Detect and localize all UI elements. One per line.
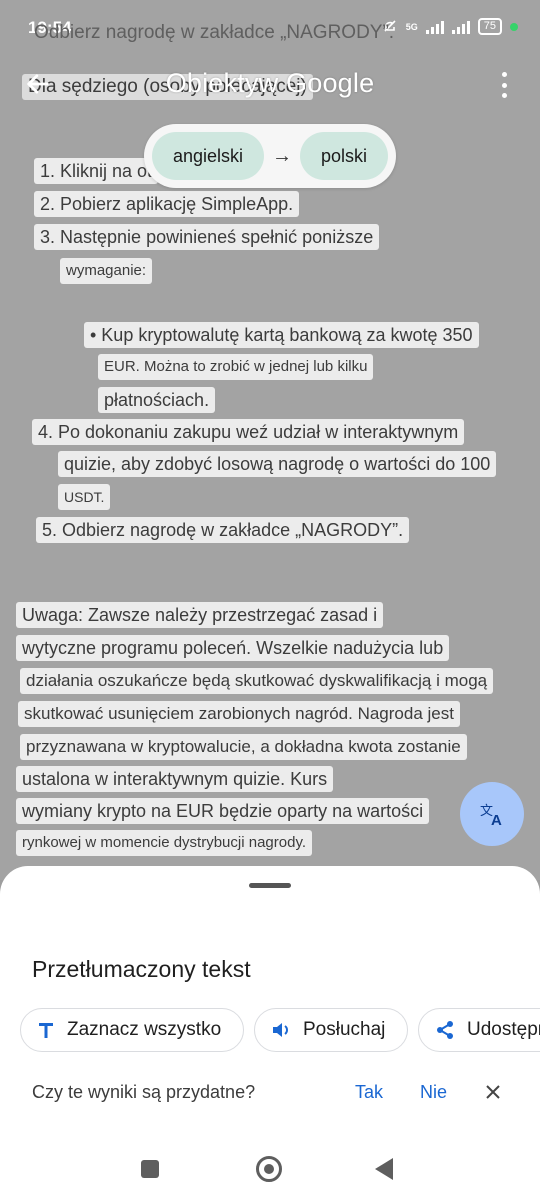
source-language-chip[interactable]: angielski bbox=[152, 132, 264, 180]
signal-icon bbox=[425, 20, 444, 34]
language-selector: angielski → polski bbox=[144, 124, 396, 188]
overlay-step-4c: USDT. bbox=[58, 484, 111, 510]
battery-icon: 75 bbox=[477, 18, 502, 35]
wifi-signal-icon bbox=[451, 20, 470, 34]
overlay-step-1: 1. Kliknij na ot bbox=[34, 158, 159, 184]
overlay-step-4a: 4. Po dokonaniu zakupu weź udział w inte… bbox=[32, 419, 465, 445]
feedback-question: Czy te wyniki są przydatne? bbox=[32, 1082, 256, 1102]
feedback-yes-button[interactable]: Tak bbox=[355, 1082, 383, 1103]
listen-label: Posłuchaj bbox=[303, 1019, 386, 1040]
overlay-note-2: wytyczne programu poleceń. Wszelkie nadu… bbox=[16, 635, 450, 661]
action-chips: Zaznacz wszystko Posłuchaj Udostępnij bbox=[20, 1008, 540, 1054]
system-nav-bar bbox=[0, 1140, 540, 1200]
svg-text:A: A bbox=[491, 812, 502, 828]
share-label: Udostępnij bbox=[467, 1019, 540, 1040]
close-icon[interactable] bbox=[483, 1082, 503, 1102]
status-dot-icon bbox=[510, 22, 518, 31]
sheet-drag-handle[interactable] bbox=[249, 883, 291, 888]
volume-icon bbox=[273, 1023, 288, 1037]
overlay-note-3: działania oszukańcze będą skutkować dysk… bbox=[20, 668, 494, 694]
overlay-note-1: Uwaga: Zawsze należy przestrzegać zasad … bbox=[16, 602, 384, 628]
lens-title: Obiektyw Google bbox=[165, 68, 375, 98]
recents-icon[interactable] bbox=[141, 1160, 159, 1178]
translate-fab[interactable]: 文 A bbox=[460, 782, 524, 846]
overlay-step-3a: 3. Następnie powinieneś spełnić poniższe bbox=[34, 224, 380, 250]
nav-back-icon[interactable] bbox=[375, 1158, 393, 1180]
overlay-note-7: wymiany krypto na EUR będzie oparty na w… bbox=[16, 798, 430, 824]
language-arrow-icon: → bbox=[272, 144, 292, 167]
sheet-title: Przetłumaczony tekst bbox=[32, 956, 251, 982]
share-button[interactable]: Udostępnij bbox=[418, 1008, 540, 1052]
overlay-bullet-1a: • Kup kryptowalutę kartą bankową za kwot… bbox=[84, 322, 479, 348]
overlay-note-4: skutkować usunięciem zarobionych nagród.… bbox=[18, 701, 460, 727]
overlay-line-top: Odbierz nagrodę w zakładce „NAGRODY”. bbox=[34, 22, 395, 43]
overlay-step-4b: quizie, aby zdobyć losową nagrodę o wart… bbox=[58, 451, 497, 477]
translate-icon: 文 A bbox=[480, 804, 502, 828]
select-all-button[interactable]: Zaznacz wszystko bbox=[20, 1008, 244, 1052]
select-all-label: Zaznacz wszystko bbox=[67, 1019, 222, 1040]
more-vert-icon[interactable] bbox=[502, 72, 510, 98]
overlay-note-6: ustalona w interaktywnym quizie. Kurs bbox=[16, 766, 334, 792]
share-icon bbox=[437, 1021, 453, 1039]
overlay-bullet-1b: EUR. Można to zrobić w jednej lub kilku bbox=[98, 354, 374, 380]
overlay-note-5: przyznawana w kryptowalucie, a dokładna … bbox=[20, 734, 467, 760]
target-language-chip[interactable]: polski bbox=[300, 132, 388, 180]
overlay-note-8: rynkowej w momencie dystrybucji nagrody. bbox=[16, 830, 312, 856]
overlay-step-3b: wymaganie: bbox=[60, 258, 153, 284]
status-icons: 5G 75 bbox=[382, 18, 518, 35]
listen-button[interactable]: Posłuchaj bbox=[254, 1008, 408, 1052]
overlay-step-2: 2. Pobierz aplikację SimpleApp. bbox=[34, 191, 300, 217]
feedback-no-button[interactable]: Nie bbox=[420, 1082, 447, 1103]
network-label: 5G bbox=[405, 21, 418, 32]
overlay-step-5: 5. Odbierz nagrodę w zakładce „NAGRODY”. bbox=[36, 517, 410, 543]
home-icon[interactable] bbox=[256, 1156, 282, 1182]
overlay-bullet-1c: płatnościach. bbox=[98, 387, 216, 413]
text-t-icon bbox=[39, 1023, 53, 1038]
camera-viewfinder: 19:54 5G 75 Odbierz nagrodę w zakładce „… bbox=[0, 0, 540, 880]
